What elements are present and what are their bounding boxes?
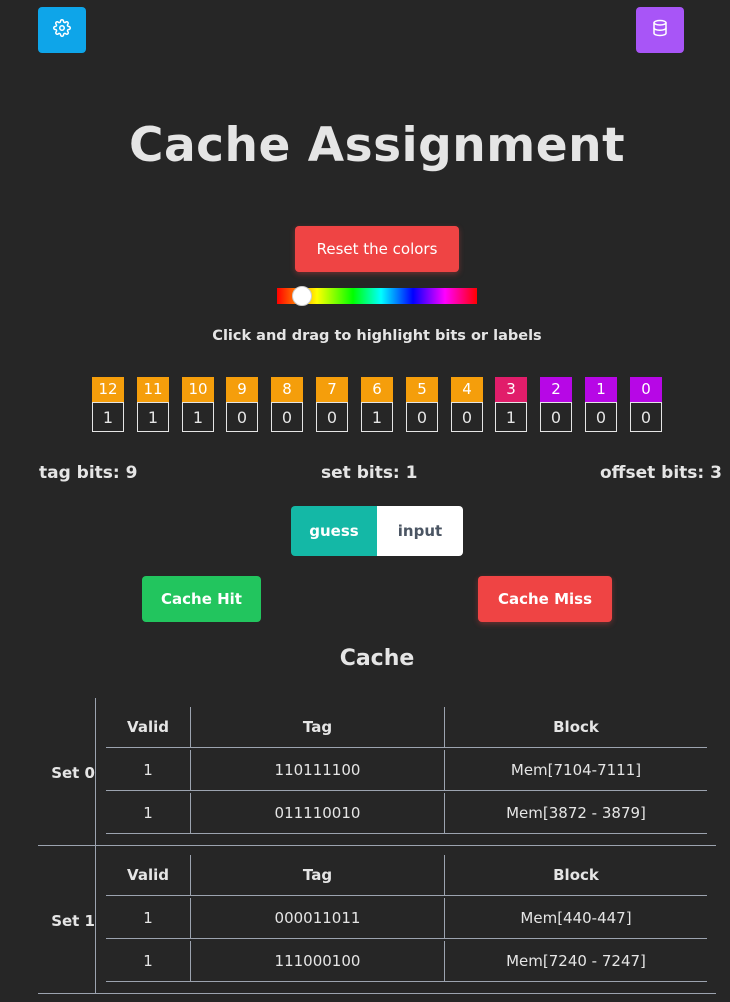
bit-index-label[interactable]: 0	[630, 377, 662, 402]
tag-cell: 000011011	[191, 898, 445, 939]
table-header-row: Valid Tag Block	[106, 707, 707, 748]
block-cell: Mem[440-447]	[445, 898, 707, 939]
bit-column: 50	[406, 377, 438, 432]
valid-cell: 1	[106, 941, 191, 982]
set-label: Set 1	[51, 912, 95, 930]
bit-column: 12 1	[92, 377, 124, 432]
block-cell: Mem[7240 - 7247]	[445, 941, 707, 982]
set-divider	[95, 846, 96, 994]
bit-index-label[interactable]: 5	[406, 377, 438, 402]
cache-miss-button[interactable]: Cache Miss	[478, 576, 612, 622]
bit-column: 00	[630, 377, 662, 432]
bit-column: 20	[540, 377, 572, 432]
column-header-block: Block	[445, 707, 707, 748]
bit-value[interactable]: 1	[361, 402, 393, 432]
valid-cell: 1	[106, 898, 191, 939]
mode-guess-option[interactable]: guess	[291, 506, 377, 556]
gear-icon	[53, 19, 71, 41]
bit-index-label[interactable]: 7	[316, 377, 348, 402]
table-header-row: Valid Tag Block	[106, 855, 707, 896]
mode-toggle: guess input	[291, 506, 463, 556]
instruction-text: Click and drag to highlight bits or labe…	[212, 328, 542, 344]
bit-column: 61	[361, 377, 393, 432]
set-separator	[38, 993, 716, 994]
hue-slider-thumb[interactable]	[292, 286, 312, 306]
table-row: 1 111000100 Mem[7240 - 7247]	[106, 941, 707, 982]
table-row: 1 000011011 Mem[440-447]	[106, 898, 707, 939]
bit-column: 31	[495, 377, 527, 432]
bit-column: 90	[226, 377, 258, 432]
tag-cell: 011110010	[191, 793, 445, 834]
block-cell: Mem[7104-7111]	[445, 750, 707, 791]
bit-index-label[interactable]: 2	[540, 377, 572, 402]
bit-value[interactable]: 1	[182, 402, 214, 432]
bit-column: 70	[316, 377, 348, 432]
page-title: Cache Assignment	[128, 118, 626, 173]
bit-value[interactable]: 0	[316, 402, 348, 432]
block-cell: Mem[3872 - 3879]	[445, 793, 707, 834]
bit-index-label[interactable]: 6	[361, 377, 393, 402]
valid-cell: 1	[106, 750, 191, 791]
set-divider	[95, 698, 96, 846]
bit-value[interactable]: 1	[495, 402, 527, 432]
tag-cell: 111000100	[191, 941, 445, 982]
table-row: 1 110111100 Mem[7104-7111]	[106, 750, 707, 791]
bit-value[interactable]: 0	[226, 402, 258, 432]
database-button[interactable]	[636, 7, 684, 53]
cache-heading: Cache	[339, 646, 415, 671]
bit-value[interactable]: 0	[540, 402, 572, 432]
bit-value[interactable]: 0	[585, 402, 617, 432]
cache-set-1: Set 1 Valid Tag Block 1 000011011 Mem[44…	[38, 846, 716, 994]
bit-index-label[interactable]: 8	[271, 377, 303, 402]
bit-column: 11 1	[137, 377, 169, 432]
column-header-valid: Valid	[106, 707, 191, 748]
bit-column: 10	[585, 377, 617, 432]
bit-index-label[interactable]: 11	[137, 377, 169, 402]
valid-cell: 1	[106, 793, 191, 834]
bit-index-label[interactable]: 10	[182, 377, 214, 402]
bit-column: 80	[271, 377, 303, 432]
settings-button[interactable]	[38, 7, 86, 53]
bit-index-label[interactable]: 4	[451, 377, 483, 402]
offset-bits-count: offset bits: 3	[600, 463, 722, 483]
database-icon	[651, 19, 669, 41]
bit-index-label[interactable]: 3	[495, 377, 527, 402]
mode-input-option[interactable]: input	[377, 506, 463, 556]
cache-set-0: Set 0 Valid Tag Block 1 110111100 Mem[71…	[38, 698, 716, 846]
bit-index-label[interactable]: 12	[92, 377, 124, 402]
tag-cell: 110111100	[191, 750, 445, 791]
tag-bits-count: tag bits: 9	[39, 463, 138, 483]
set-label: Set 0	[51, 764, 95, 782]
cache-hit-button[interactable]: Cache Hit	[142, 576, 261, 622]
bit-value[interactable]: 1	[137, 402, 169, 432]
bit-column: 40	[451, 377, 483, 432]
reset-colors-button[interactable]: Reset the colors	[295, 226, 459, 272]
bit-index-label[interactable]: 1	[585, 377, 617, 402]
column-header-tag: Tag	[191, 707, 445, 748]
bit-value[interactable]: 0	[271, 402, 303, 432]
column-header-valid: Valid	[106, 855, 191, 896]
bit-value[interactable]: 0	[406, 402, 438, 432]
column-header-block: Block	[445, 855, 707, 896]
bit-value[interactable]: 0	[451, 402, 483, 432]
bit-column: 10 1	[182, 377, 214, 432]
bit-index-label[interactable]: 9	[226, 377, 258, 402]
bit-value[interactable]: 1	[92, 402, 124, 432]
bit-value[interactable]: 0	[630, 402, 662, 432]
set-bits-count: set bits: 1	[321, 463, 418, 483]
column-header-tag: Tag	[191, 855, 445, 896]
table-row: 1 011110010 Mem[3872 - 3879]	[106, 793, 707, 834]
